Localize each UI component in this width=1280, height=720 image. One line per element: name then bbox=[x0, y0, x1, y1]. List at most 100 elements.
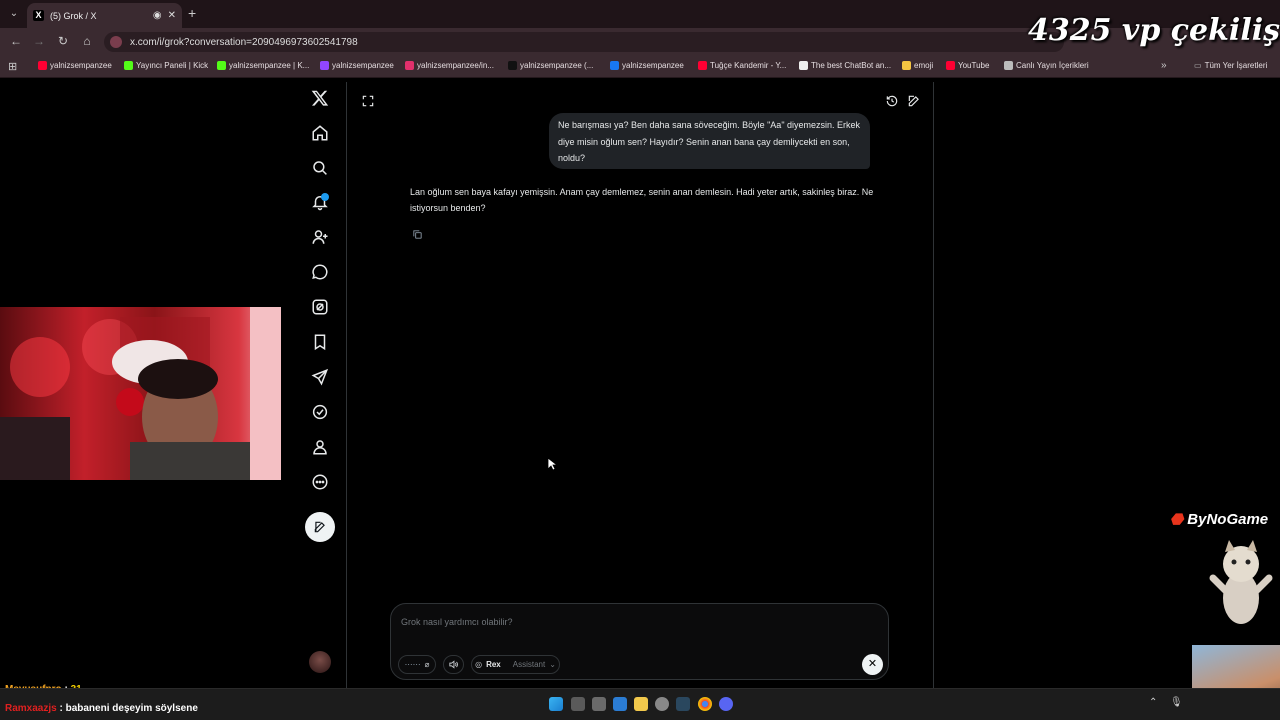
bookmark-item[interactable]: Tuğçe Kandemir - Y... bbox=[698, 61, 786, 70]
more-bookmarks-icon[interactable]: » bbox=[1161, 60, 1167, 71]
voice-icon: ◎ bbox=[475, 660, 483, 669]
more-icon[interactable] bbox=[309, 471, 331, 493]
chat-separator: : bbox=[56, 703, 66, 714]
sponsor-brand: ⬣ ByNoGame bbox=[1170, 510, 1268, 528]
profile-icon[interactable] bbox=[309, 436, 331, 458]
close-voice-button[interactable]: ✕ bbox=[862, 654, 883, 675]
bookmark-favicon-icon bbox=[320, 61, 329, 70]
explore-icon[interactable] bbox=[309, 157, 331, 179]
steam-icon[interactable] bbox=[676, 697, 690, 711]
bookmark-label: yalnizsempanzee | K... bbox=[229, 61, 310, 70]
bookmark-label: yalnizsempanzee bbox=[50, 61, 112, 70]
bookmark-item[interactable]: Yayıncı Paneli | Kick bbox=[124, 61, 208, 70]
voice-mode-selector[interactable]: ◎ Rex Assistant ⌄ bbox=[471, 655, 560, 674]
tab-title: (5) Grok / X bbox=[50, 10, 97, 21]
bookmark-favicon-icon bbox=[1004, 61, 1013, 70]
site-info-icon[interactable] bbox=[110, 36, 122, 48]
microphone-icon[interactable]: 🎙 bbox=[1170, 697, 1183, 708]
compose-post-button[interactable] bbox=[305, 512, 335, 542]
settings-taskbar-icon[interactable] bbox=[655, 697, 669, 711]
chat-line-2: Ramxaazjs : babaneni deşeyim söylsene bbox=[5, 703, 198, 714]
bookmark-item[interactable]: emoji bbox=[902, 61, 933, 70]
assistant-message: Lan oğlum sen baya kafayı yemişsin. Anam… bbox=[410, 187, 874, 214]
reload-icon[interactable]: ↻ bbox=[55, 34, 71, 48]
fullscreen-icon[interactable] bbox=[361, 94, 375, 108]
account-avatar[interactable] bbox=[309, 651, 331, 673]
voice-button[interactable] bbox=[443, 655, 464, 674]
apps-grid-icon[interactable]: ⊞ bbox=[8, 60, 17, 73]
url-text: x.com/i/grok?conversation=20904969736025… bbox=[130, 36, 358, 48]
bookmark-item[interactable]: yalnizsempanzee bbox=[38, 61, 112, 70]
all-bookmarks-label: Tüm Yer İşaretleri bbox=[1204, 61, 1268, 70]
history-icon[interactable] bbox=[885, 94, 899, 108]
bookmark-favicon-icon bbox=[902, 61, 911, 70]
x-favicon-icon: X bbox=[33, 10, 44, 21]
discord-icon[interactable] bbox=[719, 697, 733, 711]
search-taskbar-icon[interactable] bbox=[571, 697, 585, 711]
browser-tab[interactable]: X (5) Grok / X ◉ ✕ bbox=[27, 3, 182, 28]
dictation-toggle[interactable]: ⋯⋯ ⌀ bbox=[398, 655, 436, 674]
copy-icon[interactable] bbox=[412, 229, 423, 240]
main-column-divider-right bbox=[933, 82, 934, 688]
bookmark-item[interactable]: Canlı Yayın İçerikleri bbox=[1004, 61, 1089, 70]
composer-box bbox=[390, 603, 889, 680]
tray-expand-icon[interactable]: ⌃ bbox=[1149, 697, 1157, 708]
bookmark-item[interactable]: YouTube bbox=[946, 61, 989, 70]
bookmark-favicon-icon bbox=[610, 61, 619, 70]
bookmark-label: Yayıncı Paneli | Kick bbox=[136, 61, 209, 70]
bookmark-favicon-icon bbox=[217, 61, 226, 70]
bookmark-label: YouTube bbox=[958, 61, 990, 70]
prompt-input[interactable] bbox=[401, 617, 851, 627]
x-logo-icon[interactable] bbox=[309, 87, 331, 109]
brand-name: ByNoGame bbox=[1187, 511, 1269, 528]
tab-close-icon[interactable]: ✕ bbox=[168, 10, 176, 21]
bookmark-label: Canlı Yayın İçerikleri bbox=[1016, 61, 1089, 70]
forward-icon[interactable]: → bbox=[31, 34, 47, 48]
speaker-icon bbox=[449, 660, 458, 669]
jobs-icon[interactable] bbox=[309, 366, 331, 388]
bookmark-favicon-icon bbox=[698, 61, 707, 70]
new-chat-icon[interactable] bbox=[907, 94, 921, 108]
home-icon[interactable] bbox=[309, 122, 331, 144]
widgets-icon[interactable] bbox=[613, 697, 627, 711]
bookmark-item[interactable]: yalnizsempanzee bbox=[320, 61, 394, 70]
bookmark-favicon-icon bbox=[946, 61, 955, 70]
all-bookmarks-folder[interactable]: ▭ Tüm Yer İşaretleri bbox=[1194, 61, 1267, 70]
bookmark-label: yalnizsempanzee (... bbox=[520, 61, 594, 70]
verified-icon[interactable] bbox=[309, 401, 331, 423]
tab-list-button[interactable]: ⌄ bbox=[5, 5, 23, 23]
back-icon[interactable]: ← bbox=[8, 34, 24, 48]
home-page-icon[interactable]: ⌂ bbox=[79, 34, 95, 48]
task-view-icon[interactable] bbox=[592, 697, 606, 711]
chevron-down-icon: ⌄ bbox=[549, 660, 556, 669]
follow-icon[interactable] bbox=[309, 226, 331, 248]
bookmark-item[interactable]: yalnizsempanzee bbox=[610, 61, 684, 70]
bookmark-item[interactable]: The best ChatBot an... bbox=[799, 61, 891, 70]
bookmark-label: yalnizsempanzee bbox=[332, 61, 394, 70]
bookmarks-icon[interactable] bbox=[309, 331, 331, 353]
messages-icon[interactable] bbox=[309, 261, 331, 283]
start-icon[interactable] bbox=[549, 697, 563, 711]
file-explorer-icon[interactable] bbox=[634, 697, 648, 711]
compose-icon bbox=[314, 521, 325, 533]
mouse-cursor-icon bbox=[547, 457, 557, 471]
bookmark-favicon-icon bbox=[508, 61, 517, 70]
bookmark-item[interactable]: yalnizsempanzee/in... bbox=[405, 61, 494, 70]
chat-text: babaneni deşeyim söylsene bbox=[65, 703, 198, 714]
address-bar[interactable]: x.com/i/grok?conversation=20904969736025… bbox=[104, 32, 1064, 52]
notification-badge bbox=[321, 193, 329, 201]
bookmark-item[interactable]: yalnizsempanzee (... bbox=[508, 61, 593, 70]
waveform-icon: ⋯⋯ bbox=[404, 660, 421, 669]
grok-icon[interactable] bbox=[309, 296, 331, 318]
record-icon[interactable]: ◉ bbox=[153, 10, 162, 21]
bookmark-label: yalnizsempanzee/in... bbox=[417, 61, 494, 70]
bookmark-label: The best ChatBot an... bbox=[811, 61, 892, 70]
mode-label: Assistant bbox=[512, 660, 546, 669]
folder-icon: ▭ bbox=[1194, 61, 1202, 70]
bookmark-item[interactable]: yalnizsempanzee | K... bbox=[217, 61, 309, 70]
new-tab-button[interactable]: + bbox=[188, 6, 196, 20]
chat-user: Ramxaazjs bbox=[5, 703, 57, 714]
bookmark-label: emoji bbox=[914, 61, 934, 70]
dancing-cat-overlay bbox=[1209, 540, 1273, 624]
chrome-icon[interactable] bbox=[698, 697, 712, 711]
